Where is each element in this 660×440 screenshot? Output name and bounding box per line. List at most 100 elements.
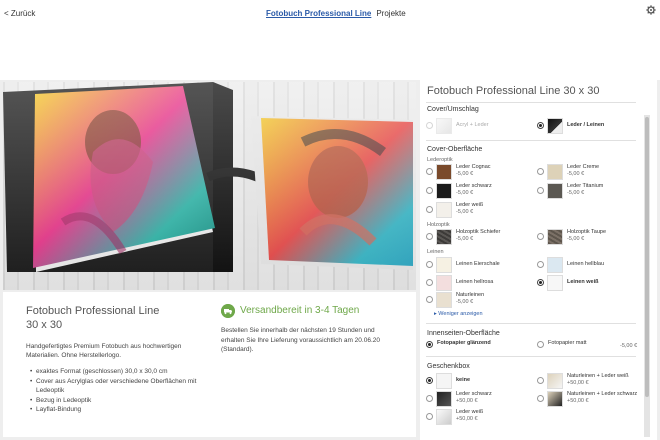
divider [426, 102, 636, 103]
inner-option-glossy[interactable]: Fotopapier glänzend [426, 340, 491, 348]
config-title: Fotobuch Professional Line 30 x 30 [427, 85, 600, 97]
swatch [436, 275, 452, 291]
option-label: Holzoptik Taupe -5,00 € [567, 229, 607, 242]
option-label: Leder Creme -5,00 € [567, 164, 600, 177]
show-less-link[interactable]: ▸ Weniger anzeigen [434, 311, 483, 317]
option-label: Leder weiß -5,00 € [456, 202, 484, 215]
giftbox-option[interactable]: Leder weiß +50,00 € [426, 409, 483, 425]
gear-icon[interactable] [646, 5, 656, 15]
option-label: keine [456, 377, 471, 383]
option-price: -5,00 € [620, 343, 638, 349]
radio[interactable] [426, 261, 433, 268]
surface-option[interactable]: Leder weiß -5,00 € [426, 202, 483, 218]
swatch [436, 164, 452, 180]
back-link[interactable]: < Zurück [4, 9, 35, 18]
swatch [547, 183, 563, 199]
radio[interactable] [426, 279, 433, 286]
radio[interactable] [426, 377, 433, 384]
radio[interactable] [426, 341, 433, 348]
swatch [547, 275, 563, 291]
giftbox-option[interactable]: Leder schwarz +50,00 € [426, 391, 492, 407]
swatch [436, 391, 452, 407]
product-info: Fotobuch Professional Line 30 x 30 Handg… [3, 292, 416, 437]
swatch [436, 409, 452, 425]
surface-option[interactable]: Leinen hellblau [537, 257, 604, 273]
option-label: Naturleinen + Leder schwarz +50,00 € [567, 391, 638, 404]
surface-option[interactable]: Leder Cognac -5,00 € [426, 164, 491, 180]
radio[interactable] [426, 233, 433, 240]
divider [426, 140, 636, 141]
radio[interactable] [537, 377, 544, 384]
giftbox-option[interactable]: keine [426, 373, 470, 389]
inner-option-matt[interactable]: Fotopapier matt [537, 340, 587, 348]
option-label: Fotopapier glänzend [437, 340, 491, 346]
radio[interactable] [426, 122, 433, 129]
radio[interactable] [537, 187, 544, 194]
option-label: Acryl + Leder [456, 122, 489, 128]
surface-option[interactable]: Holzoptik Schiefer -5,00 € [426, 229, 500, 245]
cover-heading: Cover/Umschlag [427, 106, 479, 113]
surface-option[interactable]: Leder Creme -5,00 € [537, 164, 599, 180]
divider [426, 323, 636, 324]
radio[interactable] [537, 261, 544, 268]
surface-heading: Cover-Oberfläche [427, 146, 483, 153]
radio[interactable] [426, 168, 433, 175]
surface-option[interactable]: Leder schwarz -5,00 € [426, 183, 492, 199]
radio[interactable] [537, 168, 544, 175]
swatch [547, 373, 563, 389]
radio[interactable] [426, 206, 433, 213]
radio[interactable] [537, 233, 544, 240]
giftbox-heading: Geschenkbox [427, 363, 470, 370]
option-label: Leinen hellblau [567, 261, 605, 267]
product-title-line2: 30 x 30 [26, 319, 63, 331]
swatch [436, 229, 452, 245]
option-label: Leder schwarz -5,00 € [456, 183, 492, 196]
option-label: Leinen weiß [567, 279, 599, 285]
option-label: Holzoptik Schiefer -5,00 € [456, 229, 501, 242]
option-label: Fotopapier matt [548, 340, 587, 346]
surface-option[interactable]: Leinen hellrosa [426, 275, 493, 291]
swatch [436, 257, 452, 273]
option-label: Leinen hellrosa [456, 279, 494, 285]
surface-option[interactable]: Naturleinen -5,00 € [426, 292, 484, 308]
image-overlay [3, 82, 416, 290]
cover-option-acryl[interactable]: Acryl + Leder [426, 118, 489, 134]
surface-option[interactable]: Holzoptik Taupe -5,00 € [537, 229, 606, 245]
top-bar: < Zurück Fotobuch Professional Line Proj… [0, 0, 660, 28]
tab-product[interactable]: Fotobuch Professional Line [266, 9, 371, 18]
radio[interactable] [426, 395, 433, 402]
radio[interactable] [537, 341, 544, 348]
group-label: Holzoptik [427, 222, 450, 228]
giftbox-option[interactable]: Naturleinen + Leder schwarz +50,00 € [537, 391, 637, 407]
surface-option[interactable]: Leinen Eierschale [426, 257, 500, 273]
swatch [547, 118, 563, 134]
radio[interactable] [537, 279, 544, 286]
header-spacer [0, 28, 660, 80]
swatch [436, 202, 452, 218]
swatch [436, 183, 452, 199]
product-title-line1: Fotobuch Professional Line [26, 305, 160, 317]
radio[interactable] [537, 395, 544, 402]
swatch [547, 229, 563, 245]
surface-option[interactable]: Leder Titanium -5,00 € [537, 183, 603, 199]
feature-item: Layflat-Bindung [30, 405, 206, 415]
scrollbar-thumb[interactable] [645, 117, 649, 397]
option-label: Naturleinen -5,00 € [456, 292, 485, 305]
radio[interactable] [426, 296, 433, 303]
feature-item: Cover aus Acrylglas oder verschiedene Ob… [30, 377, 206, 396]
product-image [3, 82, 416, 290]
cover-option-leder[interactable]: Leder / Leinen [537, 118, 604, 134]
radio[interactable] [426, 187, 433, 194]
inner-heading: Innenseiten-Oberfläche [427, 330, 500, 337]
option-label: Naturleinen + Leder weiß +50,00 € [567, 373, 629, 386]
swatch [436, 118, 452, 134]
option-label: Leder schwarz +50,00 € [456, 391, 492, 404]
option-label: Leder / Leinen [567, 122, 605, 128]
radio[interactable] [537, 122, 544, 129]
tab-projects[interactable]: Projekte [376, 9, 405, 18]
giftbox-option[interactable]: Naturleinen + Leder weiß +50,00 € [537, 373, 629, 389]
feature-list: exaktes Format (geschlossen) 30,0 x 30,0… [30, 367, 206, 415]
radio[interactable] [426, 413, 433, 420]
surface-option[interactable]: Leinen weiß [537, 275, 598, 291]
divider [426, 356, 636, 357]
